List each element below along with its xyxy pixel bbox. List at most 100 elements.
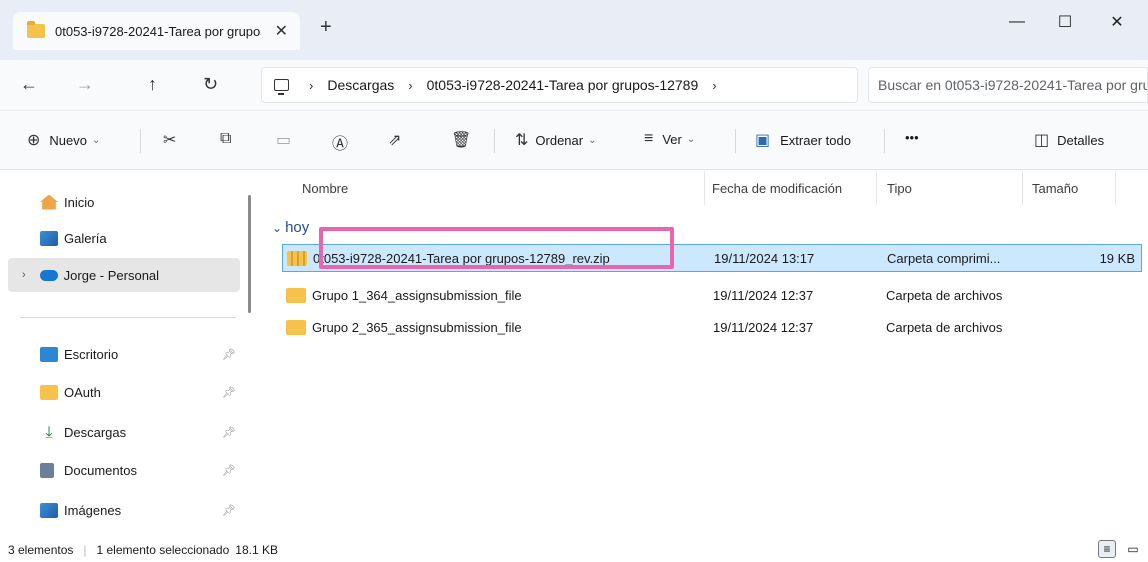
folder-icon	[40, 384, 58, 400]
column-header-size[interactable]: Tamaño	[1032, 181, 1078, 196]
sidebar-item-desktop[interactable]: Escritorio 📌︎	[0, 337, 240, 371]
extract-icon: ▣	[755, 132, 771, 149]
tab-close-button[interactable]: ✕	[275, 21, 288, 41]
tiles-view-icon: ▭	[1127, 542, 1139, 556]
computer-icon	[274, 79, 289, 95]
sidebar-item-home[interactable]: Inicio	[0, 185, 240, 219]
cut-button[interactable]: ✂	[163, 130, 176, 150]
sidebar-item-pictures[interactable]: Imágenes 📌︎	[0, 493, 240, 527]
group-label: hoy	[285, 219, 310, 236]
back-button[interactable]: ←	[20, 74, 38, 95]
group-header-today[interactable]: ⌄ hoy	[272, 219, 309, 236]
chevron-down-icon: ⌄	[91, 134, 101, 146]
pin-icon[interactable]: 📌︎	[222, 386, 236, 399]
close-window-button[interactable]: ✕	[1097, 8, 1137, 36]
new-tab-button[interactable]: +	[320, 16, 332, 39]
home-icon	[40, 194, 58, 210]
navigation-pane: Inicio Galería › Jorge - Personal Escrit…	[0, 171, 260, 537]
breadcrumb-current-folder[interactable]: 0t053-i9728-20241-Tarea por grupos-12789	[427, 77, 699, 93]
details-view-button[interactable]: ≡	[1098, 540, 1116, 558]
sidebar-item-label: Galería	[64, 230, 107, 246]
command-bar: ⊕ Nuevo ⌄ ✂ ⧉ ▭ Ⓐ ⇗ 🗑︎ ⇅ Ordenar ⌄ ≡ Ver…	[0, 110, 1148, 170]
column-header-date[interactable]: Fecha de modificación	[712, 181, 842, 196]
table-row[interactable]: Grupo 1_364_assignsubmission_file 19/11/…	[282, 281, 1142, 309]
status-bar: 3 elementos | 1 elemento seleccionado 18…	[0, 537, 1148, 562]
breadcrumb-downloads[interactable]: Descargas	[327, 77, 394, 93]
details-label: Detalles	[1057, 132, 1105, 148]
sidebar-item-label: OAuth	[64, 384, 101, 400]
divider	[884, 129, 885, 153]
pin-icon[interactable]: 📌︎	[222, 464, 236, 477]
sidebar-item-label: Imágenes	[64, 502, 122, 518]
column-header-name[interactable]: Nombre	[302, 181, 348, 196]
minimize-button[interactable]: —	[997, 8, 1037, 36]
column-divider[interactable]	[704, 171, 705, 205]
sidebar-item-gallery[interactable]: Galería	[0, 221, 240, 255]
column-header-type[interactable]: Tipo	[887, 181, 912, 196]
table-row[interactable]: Grupo 2_365_assignsubmission_file 19/11/…	[282, 313, 1142, 341]
refresh-button[interactable]: ↻	[203, 74, 218, 95]
sidebar-item-oauth[interactable]: OAuth 📌︎	[0, 375, 240, 409]
new-label: Nuevo	[49, 132, 87, 148]
sidebar-item-label: Descargas	[64, 424, 127, 440]
file-type: Carpeta de archivos	[886, 319, 1003, 335]
pin-icon[interactable]: 📌︎	[222, 426, 236, 439]
sidebar-item-onedrive[interactable]: › Jorge - Personal	[8, 258, 240, 292]
pin-icon[interactable]: 📌︎	[222, 504, 236, 517]
divider: |	[83, 542, 87, 557]
copy-button[interactable]: ⧉	[220, 130, 231, 148]
file-date: 19/11/2024 12:37	[713, 319, 814, 335]
more-options-button[interactable]: •••	[905, 130, 919, 145]
clipboard-icon: ▭	[276, 132, 292, 149]
file-date: 19/11/2024 12:37	[713, 287, 814, 303]
chevron-right-icon[interactable]: ›	[712, 78, 716, 93]
desktop-icon	[40, 346, 58, 362]
file-size: 19 KB	[1099, 250, 1135, 266]
sidebar-item-documents[interactable]: Documentos 📌︎	[0, 453, 240, 487]
sort-button[interactable]: ⇅ Ordenar ⌄	[515, 130, 597, 150]
paste-button[interactable]: ▭	[276, 130, 291, 150]
tab-current-folder[interactable]: 0t053-i9728-20241-Tarea por grupos-12789…	[13, 12, 300, 50]
column-divider[interactable]	[1115, 171, 1116, 205]
chevron-down-icon: ⌄	[686, 133, 696, 145]
address-bar[interactable]: › Descargas › 0t053-i9728-20241-Tarea po…	[261, 67, 858, 103]
divider	[140, 129, 141, 153]
forward-button[interactable]: →	[76, 74, 94, 95]
tiles-view-button[interactable]: ▭	[1124, 540, 1142, 558]
tab-title: 0t053-i9728-20241-Tarea por grupos-12789	[55, 23, 261, 39]
document-icon	[40, 462, 54, 478]
details-button[interactable]: ◫ Detalles	[1034, 130, 1104, 150]
selection-size: 18.1 KB	[235, 542, 278, 557]
share-icon: ⇗	[388, 132, 402, 149]
file-type: Carpeta de archivos	[886, 287, 1003, 303]
folder-icon	[286, 287, 306, 303]
sidebar-item-downloads[interactable]: ⤓ Descargas 📌︎	[0, 415, 240, 449]
selection-count: 1 elemento seleccionado	[96, 542, 230, 557]
column-divider[interactable]	[876, 171, 877, 205]
rename-button[interactable]: Ⓐ	[332, 130, 348, 154]
view-button[interactable]: ≡ Ver ⌄	[644, 130, 695, 148]
file-name: Grupo 2_365_assignsubmission_file	[312, 319, 522, 335]
divider	[494, 129, 495, 153]
search-input[interactable]: Buscar en 0t053-i9728-20241-Tarea por gr…	[868, 67, 1148, 103]
column-divider[interactable]	[1022, 171, 1023, 205]
chevron-right-icon[interactable]: ›	[22, 269, 26, 281]
list-view-icon: ≡	[1103, 542, 1111, 556]
navigation-bar: ← → ↑ ↻ › Descargas › 0t053-i9728-20241-…	[0, 60, 1148, 110]
pictures-icon	[40, 502, 58, 518]
pin-icon[interactable]: 📌︎	[222, 348, 236, 361]
sidebar-item-label: Jorge - Personal	[63, 267, 160, 283]
extract-all-button[interactable]: ▣ Extraer todo	[755, 130, 851, 150]
up-button[interactable]: ↑	[148, 74, 157, 95]
download-arrow-icon: ⤓	[45, 423, 53, 441]
maximize-button[interactable]: ☐	[1045, 8, 1085, 36]
new-button[interactable]: ⊕ Nuevo ⌄	[27, 130, 100, 150]
onedrive-icon	[39, 269, 58, 281]
gallery-icon	[40, 230, 58, 246]
folder-icon	[286, 319, 306, 335]
divider	[20, 317, 236, 318]
highlight-annotation	[319, 227, 674, 269]
delete-button[interactable]: 🗑︎	[451, 130, 471, 150]
sidebar-scrollbar[interactable]	[248, 195, 251, 313]
share-button[interactable]: ⇗	[388, 130, 401, 150]
